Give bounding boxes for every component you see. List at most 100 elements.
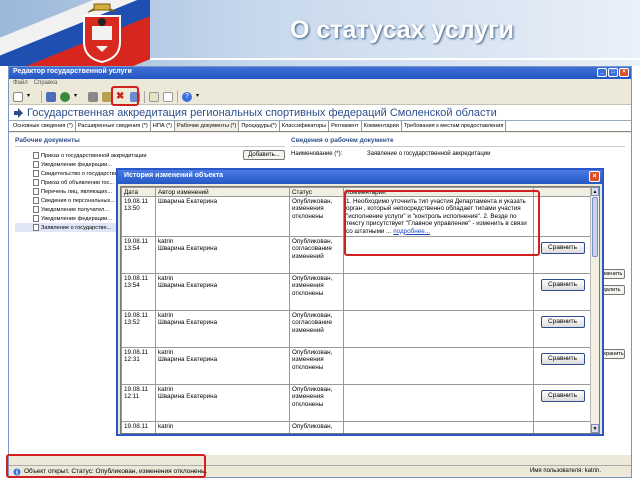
- cell-date: 19.08.11 13:54: [121, 236, 156, 275]
- cell-status: Опубликован, согласование изменений: [289, 236, 344, 275]
- window-titlebar: Редактор государственной услуги _ □ ×: [9, 67, 631, 79]
- cell-status: Опубликован, изменения отклонены: [289, 347, 344, 386]
- dialog-titlebar: История изменений объекта ×: [118, 170, 602, 184]
- table-row[interactable]: 19.08.11 13:54 katrin Шварина Екатерина О…: [121, 273, 592, 312]
- name-field-row: Наименование (*): Заявление о государств…: [291, 151, 625, 157]
- menu-help[interactable]: Справка: [34, 80, 58, 88]
- dialog-title: История изменений объекта: [124, 172, 224, 179]
- scroll-up-icon[interactable]: ▲: [591, 187, 599, 196]
- close-dialog-button[interactable]: ×: [589, 171, 600, 182]
- header-status[interactable]: Статус: [289, 187, 344, 197]
- table-row[interactable]: 19.08.11 katrin Опубликован,: [121, 421, 592, 433]
- close-window-button[interactable]: ×: [619, 68, 629, 77]
- new-icon[interactable]: [13, 91, 23, 102]
- add-document-button[interactable]: Добавить...: [243, 150, 285, 160]
- cell-status: Опубликован, изменения отклонены: [289, 384, 344, 423]
- cell-comment: [343, 273, 534, 312]
- compare-button[interactable]: Сравнить: [540, 390, 585, 403]
- save-icon[interactable]: [46, 91, 56, 102]
- cell-author: katrin Шварина Екатерина: [155, 347, 290, 386]
- cell-actions: Сравнить: [533, 236, 592, 275]
- tab-comments[interactable]: Комментарии: [362, 121, 402, 131]
- cell-comment: [343, 310, 534, 349]
- history-icon[interactable]: [149, 91, 159, 102]
- regional-flag: [0, 0, 150, 66]
- dropdown-icon[interactable]: ▾: [196, 92, 206, 102]
- cell-actions: Сравнить: [533, 384, 592, 423]
- header-author[interactable]: Автор изменений: [155, 187, 290, 197]
- table-row[interactable]: 19.08.11 12:31 katrin Шварина Екатерина О…: [121, 347, 592, 386]
- menu-file[interactable]: Файл: [13, 80, 28, 88]
- tab-regulation[interactable]: Регламент: [329, 121, 362, 131]
- cell-author: katrin Шварина Екатерина: [155, 273, 290, 312]
- tab-extended-info[interactable]: Расширенные сведения (*): [76, 121, 151, 131]
- minimize-button[interactable]: _: [597, 68, 607, 77]
- cell-actions: Сравнить: [533, 273, 592, 312]
- cell-date: 19.08.11: [121, 421, 156, 433]
- table-row[interactable]: 19.08.11 12:11 katrin Шварина Екатерина О…: [121, 384, 592, 423]
- print-icon[interactable]: [88, 91, 98, 102]
- table-row[interactable]: 19.08.11 13:52 katrin Шварина Екатерина О…: [121, 310, 592, 349]
- document-icon: [33, 206, 39, 213]
- cell-comment: [343, 347, 534, 386]
- compare-icon[interactable]: [163, 91, 173, 102]
- cell-status: Опубликован,: [289, 421, 344, 433]
- scroll-thumb[interactable]: [592, 197, 598, 257]
- doc-details-heading: Сведения о рабочем документе: [291, 137, 625, 147]
- help-icon[interactable]: ?: [182, 91, 192, 102]
- cell-author: katrin: [155, 421, 290, 433]
- slide-title: О статусах услуги: [290, 16, 514, 44]
- maximize-button[interactable]: □: [608, 68, 618, 77]
- compare-button[interactable]: Сравнить: [540, 316, 585, 329]
- tab-place-requirements[interactable]: Требования к местам предоставления: [402, 121, 507, 131]
- tab-working-docs[interactable]: Рабочие документы (*): [175, 121, 240, 131]
- cell-author: Шварина Екатерина: [155, 195, 290, 238]
- document-title: Государственная аккредитация региональны…: [27, 106, 497, 119]
- cell-date: 19.08.11 13:52: [121, 310, 156, 349]
- name-label: Наименование (*):: [291, 151, 343, 157]
- header-date[interactable]: Дата: [121, 187, 156, 197]
- cell-author: katrin Шварина Екатерина: [155, 310, 290, 349]
- document-icon: [33, 188, 39, 195]
- working-docs-heading: Рабочие документы: [15, 137, 285, 147]
- document-icon: [33, 224, 39, 231]
- dropdown-icon[interactable]: ▾: [27, 92, 37, 102]
- cell-status: Опубликован, согласование изменений: [289, 310, 344, 349]
- coat-of-arms-icon: [83, 3, 121, 64]
- toolbar-separator: [177, 90, 178, 103]
- tab-strip: Основные сведения (*) Расширенные сведен…: [9, 121, 631, 132]
- document-icon: [33, 161, 39, 168]
- tab-main-info[interactable]: Основные сведения (*): [11, 121, 76, 131]
- cell-status: Опубликован, изменения отклонены: [289, 195, 344, 238]
- toolbar-highlight: [111, 86, 139, 106]
- document-icon: [33, 170, 39, 177]
- title-divider: [150, 58, 640, 60]
- status-user: Имя пользователя: katrin.: [529, 468, 601, 474]
- arrow-right-icon: [14, 107, 23, 118]
- name-value[interactable]: Заявление о государственной аккредитации: [367, 151, 490, 157]
- tab-npa[interactable]: НПА (*): [151, 121, 176, 131]
- window-title: Редактор государственной услуги: [13, 68, 132, 75]
- compare-button[interactable]: Сравнить: [540, 353, 585, 366]
- compare-button[interactable]: Сравнить: [540, 279, 585, 292]
- compare-button[interactable]: Сравнить: [540, 242, 585, 255]
- history-dialog: История изменений объекта × Дата Автор и…: [116, 168, 604, 436]
- cell-actions: Сравнить: [533, 310, 592, 349]
- dialog-scrollbar[interactable]: ▲ ▼: [590, 187, 599, 433]
- document-icon: [33, 197, 39, 204]
- document-title-bar: Государственная аккредитация региональны…: [9, 105, 631, 121]
- cell-author: katrin Шварина Екатерина: [155, 236, 290, 275]
- toolbar: ▾ ▾ ✖ ? ▾: [9, 89, 631, 105]
- cell-actions: [533, 195, 592, 238]
- cell-date: 19.08.11 12:11: [121, 384, 156, 423]
- scroll-down-icon[interactable]: ▼: [591, 424, 599, 433]
- cell-comment: [343, 384, 534, 423]
- cell-date: 19.08.11 12:31: [121, 347, 156, 386]
- globe-icon[interactable]: [60, 91, 70, 102]
- cell-author: katrin Шварина Екатерина: [155, 384, 290, 423]
- cell-status: Опубликован, изменения отклонены: [289, 273, 344, 312]
- cell-actions: [533, 421, 592, 433]
- tab-procedures[interactable]: Процедуры(*): [239, 121, 280, 131]
- dropdown-icon[interactable]: ▾: [74, 92, 84, 102]
- tab-classifiers[interactable]: Классификаторы: [280, 121, 330, 131]
